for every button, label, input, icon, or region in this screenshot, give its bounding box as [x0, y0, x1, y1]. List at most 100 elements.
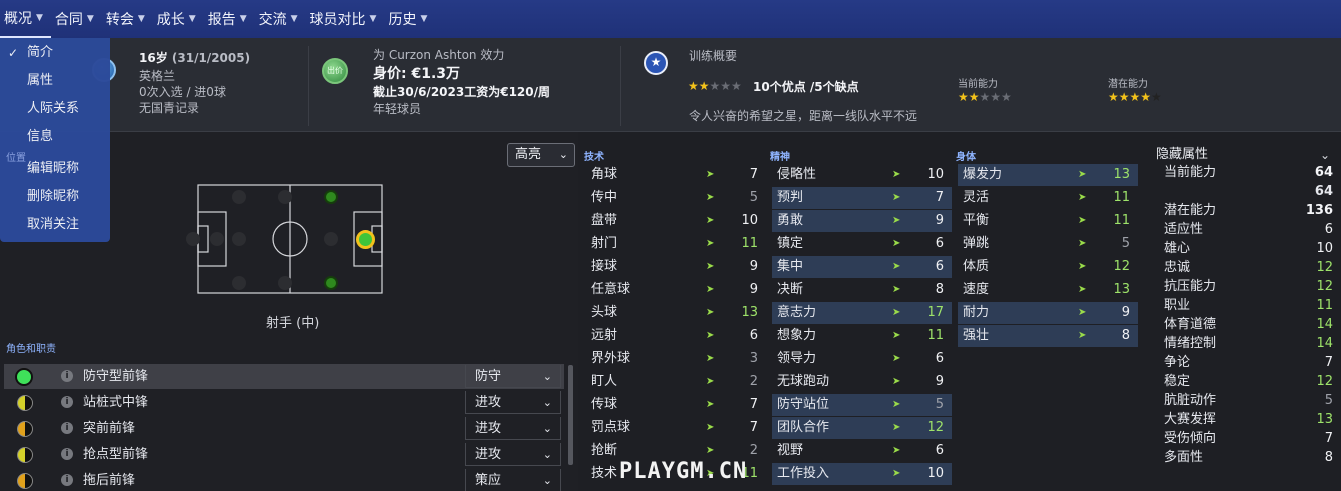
chevron-down-icon: ▼ [290, 14, 298, 24]
role-row[interactable]: i 防守型前锋 防守 ⌄ [4, 364, 564, 389]
attribute-row[interactable]: 射门 ➤ 11 [586, 233, 766, 255]
nav-tab-overview[interactable]: 概况 ▼ [0, 0, 51, 38]
attribute-row[interactable]: 想象力 ➤ 11 [772, 325, 952, 347]
attribute-value: 5 [749, 190, 758, 205]
attribute-row[interactable]: 耐力 ➤ 9 [958, 302, 1138, 324]
attribute-row[interactable]: 领导力 ➤ 6 [772, 348, 952, 370]
chevron-down-icon[interactable]: ⌄ [1320, 148, 1330, 162]
attribute-row[interactable]: 意志力 ➤ 17 [772, 302, 952, 324]
menu-item-profile[interactable]: ✓ 简介 [0, 41, 110, 65]
attribute-row[interactable]: 决断 ➤ 8 [772, 279, 952, 301]
highlight-select[interactable]: 高亮 ⌄ [507, 143, 575, 167]
hidden-attribute-row: 职业 11 [1158, 296, 1338, 315]
role-row[interactable]: i 站桩式中锋 进攻 ⌄ [4, 390, 564, 415]
attribute-name: 体质 [963, 259, 990, 274]
attribute-value: 11 [741, 236, 758, 251]
info-icon[interactable]: i [61, 370, 73, 382]
nav-tab-transfer[interactable]: 转会 ▼ [102, 0, 153, 38]
role-name: 拖后前锋 [83, 473, 136, 488]
menu-item-relationships[interactable]: 人际关系 [0, 97, 110, 121]
menu-item-label: 信息 [27, 129, 54, 144]
attribute-row[interactable]: 接球 ➤ 9 [586, 256, 766, 278]
attribute-name: 集中 [777, 259, 804, 274]
attribute-row[interactable]: 勇敢 ➤ 9 [772, 210, 952, 232]
attribute-row[interactable]: 工作投入 ➤ 10 [772, 463, 952, 485]
menu-item-unfollow[interactable]: 取消关注 [0, 213, 110, 237]
player-header: 16岁 (31/1/2005) 英格兰 0次入选 / 进0球 无国青记录 出价 … [0, 38, 1341, 132]
attribute-row[interactable]: 体质 ➤ 12 [958, 256, 1138, 278]
info-icon[interactable]: i [61, 474, 73, 486]
attribute-row[interactable]: 集中 ➤ 6 [772, 256, 952, 278]
nav-tab-compare[interactable]: 球员对比 ▼ [306, 0, 385, 38]
attribute-row[interactable]: 侵略性 ➤ 10 [772, 164, 952, 186]
attribute-row[interactable]: 远射 ➤ 6 [586, 325, 766, 347]
info-icon[interactable]: i [61, 396, 73, 408]
attribute-row[interactable]: 传球 ➤ 7 [586, 394, 766, 416]
attribute-row[interactable]: 盯人 ➤ 2 [586, 371, 766, 393]
attribute-row[interactable]: 任意球 ➤ 9 [586, 279, 766, 301]
hidden-attribute-value: 10 [1316, 241, 1333, 256]
attribute-name: 想象力 [777, 328, 817, 343]
attribute-row[interactable]: 镇定 ➤ 6 [772, 233, 952, 255]
attribute-row[interactable]: 灵活 ➤ 11 [958, 187, 1138, 209]
roles-scrollbar[interactable] [568, 365, 573, 465]
hidden-attributes-heading: 隐藏属性 [1156, 147, 1209, 162]
attribute-value: 7 [935, 190, 944, 205]
attribute-value: 10 [741, 213, 758, 228]
hidden-attribute-name: 忠诚 [1164, 260, 1191, 275]
hidden-attribute-name: 职业 [1164, 298, 1191, 313]
duty-select[interactable]: 进攻 ⌄ [465, 417, 561, 440]
nav-tab-contract[interactable]: 合同 ▼ [51, 0, 102, 38]
menu-item-attributes[interactable]: 属性 [0, 69, 110, 93]
attribute-row[interactable]: 弹跳 ➤ 5 [958, 233, 1138, 255]
attribute-row[interactable]: 角球 ➤ 7 [586, 164, 766, 186]
attribute-row[interactable]: 防守站位 ➤ 5 [772, 394, 952, 416]
role-row[interactable]: i 突前前锋 进攻 ⌄ [4, 416, 564, 441]
nav-tab-history[interactable]: 历史 ▼ [384, 0, 435, 38]
duty-select[interactable]: 防守 ⌄ [465, 365, 561, 388]
role-row[interactable]: i 抢点型前锋 进攻 ⌄ [4, 442, 564, 467]
menu-item-delete-nickname[interactable]: 删除昵称 [0, 185, 110, 209]
position-dot-empty [186, 232, 200, 246]
menu-item-edit-nickname[interactable]: 编辑昵称 [0, 157, 110, 181]
attribute-row[interactable]: 平衡 ➤ 11 [958, 210, 1138, 232]
nav-tab-development[interactable]: 成长 ▼ [153, 0, 204, 38]
menu-item-info[interactable]: 信息 [0, 125, 110, 149]
attribute-value: 9 [749, 259, 758, 274]
info-icon[interactable]: i [61, 448, 73, 460]
caps-text: 0次入选 / 进0球 [139, 85, 226, 99]
nav-tab-reports[interactable]: 报告 ▼ [204, 0, 255, 38]
attribute-row[interactable]: 头球 ➤ 13 [586, 302, 766, 324]
hidden-attribute-name: 情绪控制 [1164, 336, 1217, 351]
nav-tab-label: 球员对比 [309, 12, 366, 28]
attribute-row[interactable]: 罚点球 ➤ 7 [586, 417, 766, 439]
attribute-row[interactable]: 视野 ➤ 6 [772, 440, 952, 462]
attribute-row[interactable]: 盘带 ➤ 10 [586, 210, 766, 232]
attribute-value: 6 [749, 328, 758, 343]
info-icon[interactable]: i [61, 422, 73, 434]
nav-tab-interaction[interactable]: 交流 ▼ [255, 0, 306, 38]
arrow-icon: ➤ [892, 284, 901, 295]
role-row[interactable]: i 拖后前锋 策应 ⌄ [4, 468, 564, 491]
attribute-row[interactable]: 团队合作 ➤ 12 [772, 417, 952, 439]
overview-dropdown-menu: ✓ 简介 属性 人际关系 信息 位置 编辑昵称 删除昵称 取消关注 [0, 38, 110, 242]
duty-select[interactable]: 策应 ⌄ [465, 469, 561, 491]
attribute-row[interactable]: 界外球 ➤ 3 [586, 348, 766, 370]
attribute-name: 领导力 [777, 351, 817, 366]
role-rating-icon [17, 395, 33, 411]
duty-select[interactable]: 进攻 ⌄ [465, 391, 561, 414]
attribute-row[interactable]: 预判 ➤ 7 [772, 187, 952, 209]
attribute-row[interactable]: 强壮 ➤ 8 [958, 325, 1138, 347]
attribute-row[interactable]: 速度 ➤ 13 [958, 279, 1138, 301]
arrow-icon: ➤ [706, 353, 715, 364]
attribute-value: 8 [935, 282, 944, 297]
attribute-row[interactable]: 无球跑动 ➤ 9 [772, 371, 952, 393]
attribute-row[interactable]: 传中 ➤ 5 [586, 187, 766, 209]
arrow-icon: ➤ [706, 376, 715, 387]
chevron-down-icon: ⌄ [542, 370, 552, 383]
role-name: 站桩式中锋 [83, 395, 149, 410]
hidden-attribute-name: 抗压能力 [1164, 279, 1217, 294]
attribute-value: 7 [749, 420, 758, 435]
duty-select[interactable]: 进攻 ⌄ [465, 443, 561, 466]
attribute-row[interactable]: 爆发力 ➤ 13 [958, 164, 1138, 186]
